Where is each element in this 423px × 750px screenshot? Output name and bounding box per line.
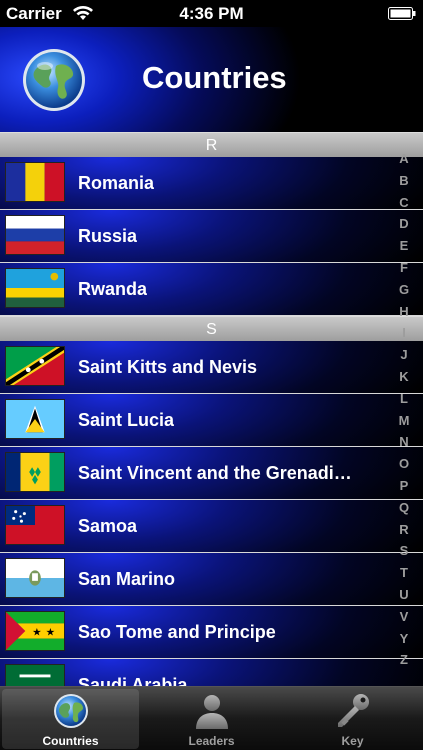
list-item-label: Saint Vincent and the Grenadi…	[78, 463, 352, 483]
index-letter[interactable]: L	[396, 388, 412, 410]
index-letter[interactable]: R	[396, 519, 412, 541]
saint-vincent-flag-icon	[5, 452, 65, 492]
index-letter[interactable]: V	[396, 606, 412, 628]
index-letter[interactable]: D	[396, 213, 412, 235]
tab-bar: Countries Leaders Key	[0, 686, 423, 750]
list-item-russia[interactable]: Russia	[0, 210, 423, 263]
san-marino-flag-icon	[5, 558, 65, 598]
index-letter[interactable]: N	[396, 431, 412, 453]
tab-label: Key	[341, 734, 364, 748]
index-letter[interactable]: F	[396, 257, 412, 279]
navigation-header: Countries	[0, 27, 423, 132]
svg-text:★: ★	[46, 627, 56, 639]
samoa-flag-icon	[5, 505, 65, 545]
list-item-rwanda[interactable]: Rwanda	[0, 263, 423, 316]
globe-icon	[53, 694, 88, 728]
index-letter[interactable]: I	[396, 322, 412, 344]
index-letter[interactable]: K	[396, 366, 412, 388]
rwanda-flag-icon	[5, 268, 65, 308]
index-letter[interactable]: O	[396, 453, 412, 475]
section-index[interactable]: A B C D E F G H I J K L M N O P Q R S T …	[396, 148, 412, 671]
list-item-label: Saint Lucia	[78, 410, 175, 430]
index-letter[interactable]: M	[396, 410, 412, 432]
section-header-s: S	[0, 316, 423, 341]
page-title: Countries	[142, 60, 287, 95]
status-bar: Carrier 4:36 PM	[0, 0, 423, 27]
list-item-saint-kitts-and-nevis[interactable]: Saint Kitts and Nevis	[0, 341, 423, 394]
person-icon	[195, 695, 228, 729]
saint-kitts-flag-icon	[5, 346, 65, 386]
list-item-label: Russia	[78, 226, 138, 246]
index-letter[interactable]: Y	[396, 628, 412, 650]
index-letter[interactable]: J	[396, 344, 412, 366]
list-item-label: Sao Tome and Principe	[78, 622, 276, 642]
status-time: 4:36 PM	[179, 4, 244, 23]
svg-text:★: ★	[32, 627, 42, 639]
index-letter[interactable]: U	[396, 584, 412, 606]
index-letter[interactable]: H	[396, 301, 412, 323]
index-letter[interactable]: S	[396, 540, 412, 562]
index-letter[interactable]: A	[396, 148, 412, 170]
index-letter[interactable]: C	[396, 192, 412, 214]
list-item-samoa[interactable]: Samoa	[0, 500, 423, 553]
globe-logo-icon	[23, 49, 85, 111]
list-item-saint-lucia[interactable]: Saint Lucia	[0, 394, 423, 447]
list-item-label: Rwanda	[78, 279, 148, 299]
romania-flag-icon	[5, 162, 65, 202]
index-letter[interactable]: B	[396, 170, 412, 192]
tab-key[interactable]: Key	[284, 689, 421, 749]
list-item-label: Romania	[78, 173, 155, 193]
sao-tome-flag-icon: ★ ★	[5, 611, 65, 651]
list-item-label: Saint Kitts and Nevis	[78, 357, 258, 377]
list-item-label: Samoa	[78, 516, 138, 536]
tab-leaders[interactable]: Leaders	[143, 689, 280, 749]
index-letter[interactable]: E	[396, 235, 412, 257]
index-letter[interactable]: G	[396, 279, 412, 301]
saint-lucia-flag-icon	[5, 399, 65, 439]
list-item-romania[interactable]: Romania	[0, 157, 423, 210]
index-letter[interactable]: Q	[396, 497, 412, 519]
index-letter[interactable]: Z	[396, 649, 412, 671]
battery-icon	[388, 7, 416, 20]
list-item-saint-vincent-and-the-grenadines[interactable]: Saint Vincent and the Grenadi…	[0, 447, 423, 500]
tab-label: Countries	[42, 734, 99, 748]
section-header-r: R	[0, 132, 423, 157]
list-item-san-marino[interactable]: San Marino	[0, 553, 423, 606]
tab-label: Leaders	[188, 734, 235, 748]
russia-flag-icon	[5, 215, 65, 255]
index-letter[interactable]: P	[396, 475, 412, 497]
list-item-label: San Marino	[78, 569, 176, 589]
key-icon	[337, 694, 369, 727]
list-item-sao-tome-and-principe[interactable]: ★ ★ Sao Tome and Principe	[0, 606, 423, 659]
index-letter[interactable]: T	[396, 562, 412, 584]
tab-countries[interactable]: Countries	[2, 689, 139, 749]
